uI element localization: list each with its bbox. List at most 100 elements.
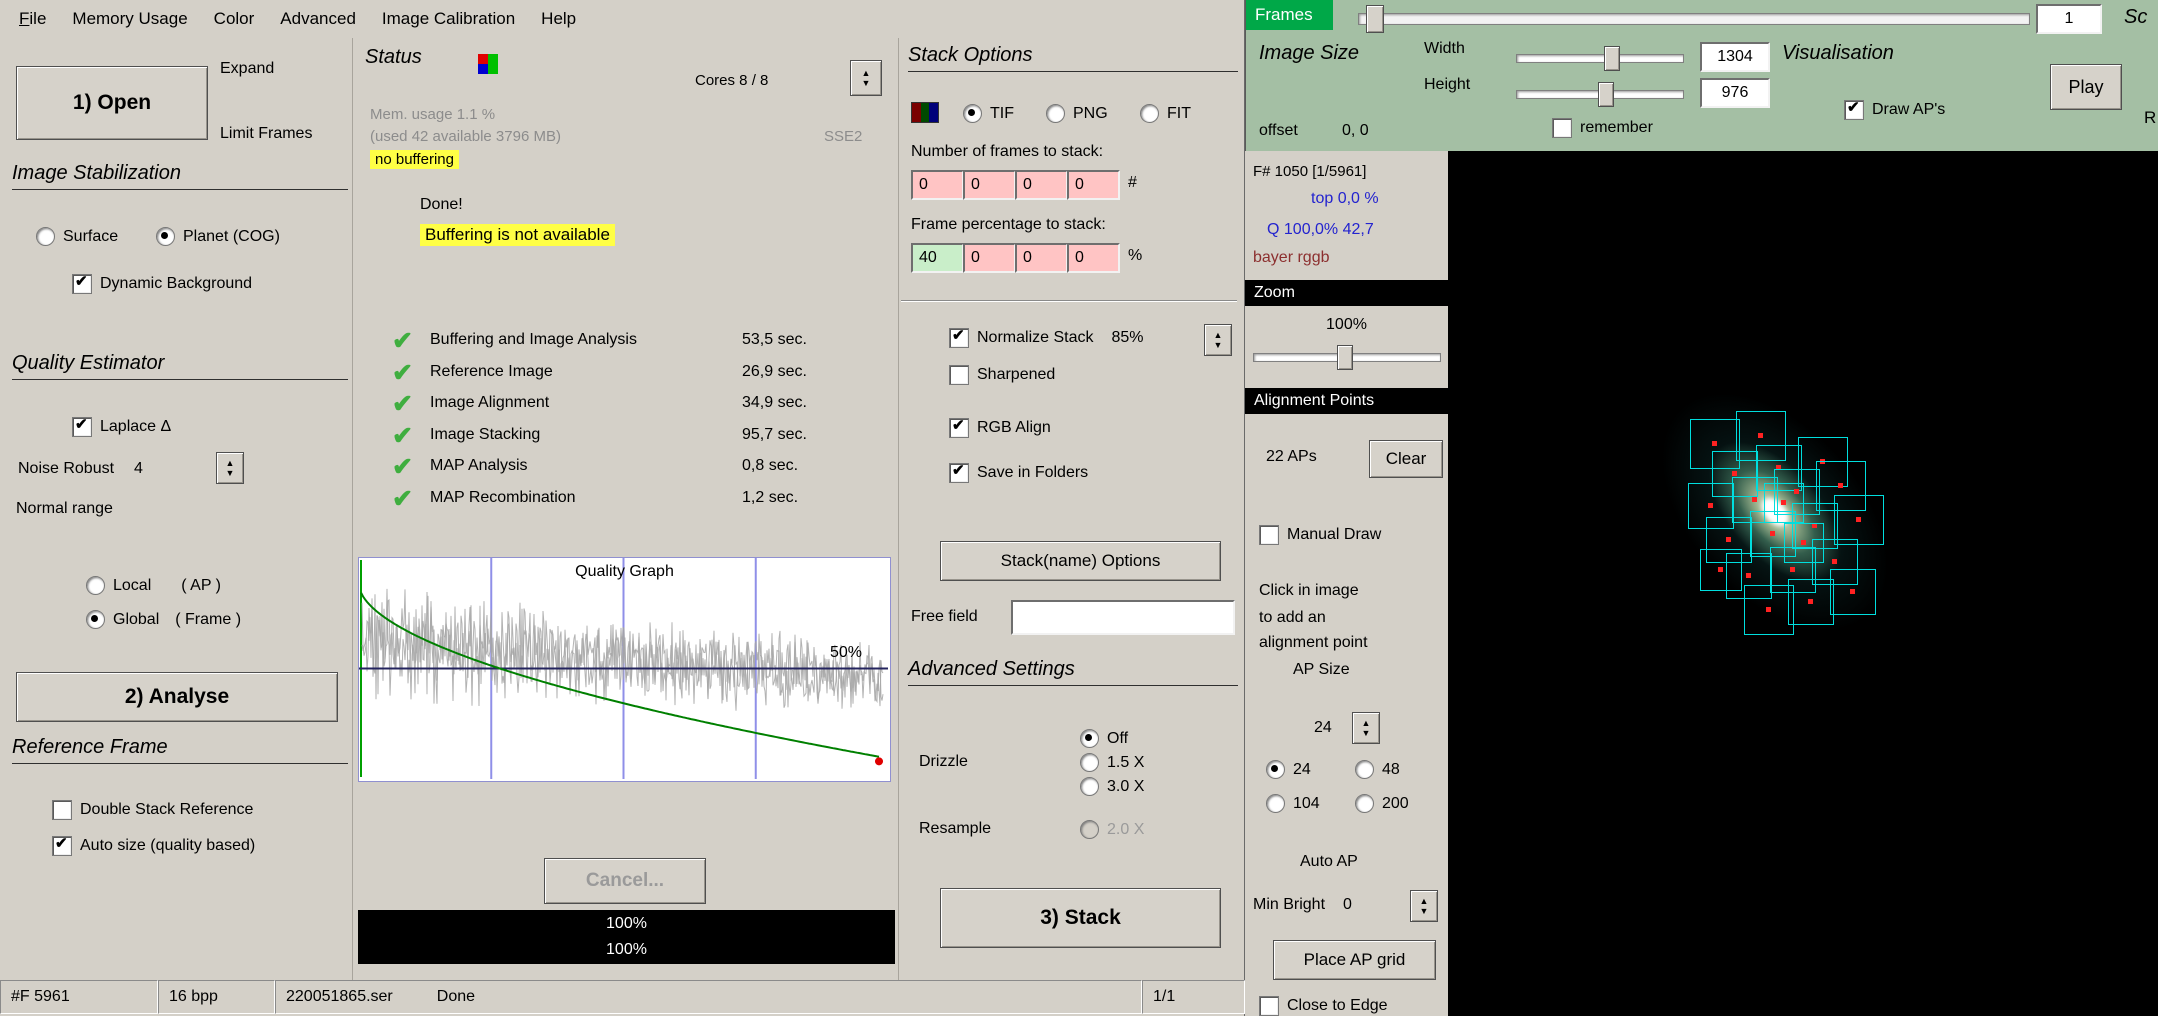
check-icon: ✔	[392, 359, 413, 387]
remember-checkbox[interactable]: remember	[1552, 118, 1653, 138]
save-folders-checkbox[interactable]: Save in Folders	[949, 462, 1088, 483]
menu-color[interactable]: Color	[201, 9, 268, 29]
local-radio[interactable]: Local ( AP )	[86, 576, 221, 595]
tif-radio-circle[interactable]	[963, 104, 982, 123]
draw-aps-checkbox[interactable]: Draw AP's	[1844, 99, 1945, 120]
image-canvas[interactable]	[1448, 151, 2158, 1016]
frames-count-input[interactable]: 0	[1015, 170, 1068, 200]
dynamic-background-box[interactable]	[72, 273, 92, 294]
width-slider-thumb[interactable]	[1604, 46, 1620, 71]
close-to-edge-box[interactable]	[1259, 996, 1279, 1016]
normalize-spinner[interactable]	[1204, 324, 1232, 356]
dynamic-background-checkbox[interactable]: Dynamic Background	[72, 273, 252, 294]
fit-radio-circle[interactable]	[1140, 104, 1159, 123]
planet-radio-circle[interactable]	[156, 227, 175, 246]
frames-count-input[interactable]: 0	[963, 170, 1016, 200]
cancel-button[interactable]: Cancel...	[544, 858, 706, 904]
save-folders-box[interactable]	[949, 462, 969, 483]
png-radio[interactable]: PNG	[1046, 104, 1108, 123]
clear-button[interactable]: Clear	[1369, 440, 1443, 478]
ap-size-200-radio[interactable]: 200	[1355, 794, 1409, 813]
min-bright-spinner[interactable]	[1410, 890, 1438, 922]
play-button[interactable]: Play	[2050, 64, 2122, 110]
sharpened-checkbox[interactable]: Sharpened	[949, 365, 1055, 385]
open-button[interactable]: 1) Open	[16, 66, 208, 140]
zoom-slider-thumb[interactable]	[1337, 345, 1353, 370]
drizzle-15-circle[interactable]	[1080, 753, 1099, 772]
frame-number-input[interactable]: 1	[2036, 4, 2102, 34]
height-value-input[interactable]: 976	[1700, 78, 1770, 108]
auto-size-checkbox[interactable]: Auto size (quality based)	[52, 835, 255, 856]
drizzle-off-circle[interactable]	[1080, 729, 1099, 748]
mem-usage-label: Mem. usage 1.1 %	[370, 106, 496, 123]
auto-size-box[interactable]	[52, 835, 72, 856]
frames-slider-track[interactable]	[1358, 13, 2030, 25]
draw-aps-box[interactable]	[1844, 99, 1864, 120]
width-value-input[interactable]: 1304	[1700, 42, 1770, 72]
height-slider-thumb[interactable]	[1598, 82, 1614, 107]
percent-input[interactable]: 0	[1015, 243, 1068, 273]
menu-help[interactable]: Help	[528, 9, 589, 29]
status-toggle-icon[interactable]	[850, 60, 882, 96]
width-slider-track[interactable]	[1516, 54, 1684, 63]
percent-input[interactable]: 0	[963, 243, 1016, 273]
tif-radio[interactable]: TIF	[963, 104, 1014, 123]
analyse-button[interactable]: 2) Analyse	[16, 672, 338, 722]
double-stack-box[interactable]	[52, 800, 72, 820]
close-to-edge-checkbox[interactable]: Close to Edge	[1259, 996, 1388, 1016]
ap-24-circle[interactable]	[1266, 760, 1285, 779]
rgb-align-box[interactable]	[949, 417, 969, 438]
global-radio-circle[interactable]	[86, 610, 105, 629]
menu-image-calibration[interactable]: Image Calibration	[369, 9, 528, 29]
fit-radio[interactable]: FIT	[1140, 104, 1191, 123]
menu-file[interactable]: File	[6, 9, 59, 29]
noise-robust-value: 4	[134, 460, 143, 477]
ap-size-48-radio[interactable]: 48	[1355, 760, 1400, 779]
drizzle-15-radio[interactable]: 1.5 X	[1080, 753, 1144, 772]
laplace-box[interactable]	[72, 416, 92, 437]
stack-button[interactable]: 3) Stack	[940, 888, 1221, 948]
normalize-box[interactable]	[949, 327, 969, 348]
ap-200-circle[interactable]	[1355, 794, 1374, 813]
resample-20-circle[interactable]	[1080, 820, 1099, 839]
percent-input[interactable]: 0	[1067, 243, 1120, 273]
normalize-stack-checkbox[interactable]: Normalize Stack 85%	[949, 327, 1144, 348]
double-stack-checkbox[interactable]: Double Stack Reference	[52, 800, 253, 820]
frames-count-input[interactable]: 0	[1067, 170, 1120, 200]
ap-48-circle[interactable]	[1355, 760, 1374, 779]
percent-input[interactable]: 40	[911, 243, 964, 273]
task-label: Image Alignment	[430, 394, 550, 411]
ap-size-104-radio[interactable]: 104	[1266, 794, 1320, 813]
frames-count-input[interactable]: 0	[911, 170, 964, 200]
remember-box[interactable]	[1552, 118, 1572, 138]
drizzle-30-circle[interactable]	[1080, 777, 1099, 796]
sharpened-box[interactable]	[949, 365, 969, 385]
free-field-input[interactable]	[1011, 600, 1235, 635]
alignment-point-dot	[1856, 517, 1861, 522]
rgb-align-checkbox[interactable]: RGB Align	[949, 417, 1051, 438]
frames-slider-thumb[interactable]	[1366, 5, 1384, 33]
ap-104-label: 104	[1293, 794, 1320, 812]
alignment-point-dot	[1770, 531, 1775, 536]
menu-memory-usage[interactable]: Memory Usage	[59, 9, 200, 29]
png-radio-circle[interactable]	[1046, 104, 1065, 123]
ap-size-24-radio[interactable]: 24	[1266, 760, 1311, 779]
global-radio[interactable]: Global ( Frame )	[86, 610, 241, 629]
stackname-options-button[interactable]: Stack(name) Options	[940, 541, 1221, 581]
ap-size-spinner[interactable]	[1352, 712, 1380, 744]
manual-draw-checkbox[interactable]: Manual Draw	[1259, 525, 1381, 545]
local-radio-circle[interactable]	[86, 576, 105, 595]
ap-104-circle[interactable]	[1266, 794, 1285, 813]
drizzle-off-radio[interactable]: Off	[1080, 729, 1128, 748]
noise-robust-spinner[interactable]	[216, 452, 244, 484]
planet-radio[interactable]: Planet (COG)	[156, 227, 280, 246]
quality-graph-title: Quality Graph	[575, 563, 674, 580]
menu-advanced[interactable]: Advanced	[267, 9, 369, 29]
manual-draw-box[interactable]	[1259, 525, 1279, 545]
drizzle-30-radio[interactable]: 3.0 X	[1080, 777, 1144, 796]
surface-radio[interactable]: Surface	[36, 227, 118, 246]
laplace-checkbox[interactable]: Laplace Δ	[72, 416, 171, 437]
resample-20-radio[interactable]: 2.0 X	[1080, 820, 1144, 839]
place-ap-grid-button[interactable]: Place AP grid	[1273, 940, 1436, 980]
surface-radio-circle[interactable]	[36, 227, 55, 246]
